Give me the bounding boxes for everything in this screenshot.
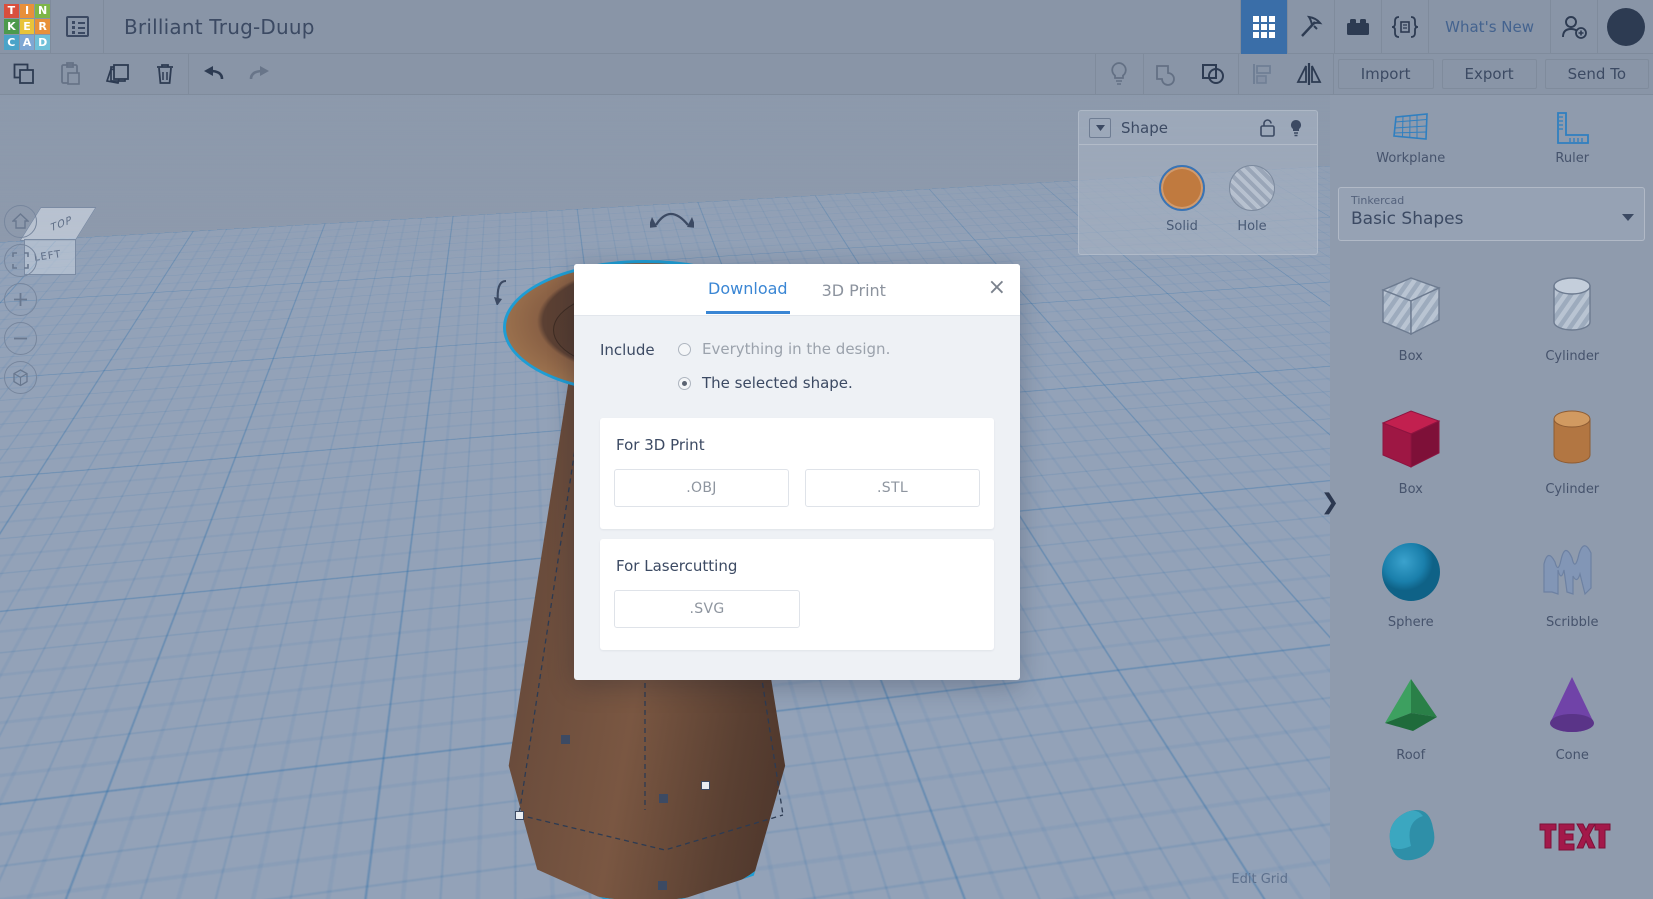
modal-body: Include Everything in the design. The se…: [574, 316, 1020, 680]
section-lasercutting: For Lasercutting .SVG: [600, 539, 994, 650]
include-row: Include Everything in the design. The se…: [600, 340, 994, 408]
section-title: For 3D Print: [616, 436, 705, 454]
close-icon[interactable]: ×: [988, 277, 1006, 299]
tab-3d-print[interactable]: 3D Print: [820, 267, 888, 313]
include-label: Include: [600, 341, 655, 359]
modal-tabs: Download 3D Print ×: [574, 264, 1020, 316]
include-radio-group: Everything in the design. The selected s…: [678, 340, 890, 408]
download-obj-button[interactable]: .OBJ: [614, 469, 789, 507]
download-buttons: .SVG: [614, 590, 980, 628]
download-svg-button[interactable]: .SVG: [614, 590, 800, 628]
modal-overlay: Download 3D Print × Include Everything i…: [0, 0, 1653, 899]
tab-download[interactable]: Download: [706, 265, 790, 314]
download-stl-button[interactable]: .STL: [805, 469, 980, 507]
tinkercad-app: TINKERCAD Brilliant Trug-Duup What's New…: [0, 0, 1653, 899]
download-modal: Download 3D Print × Include Everything i…: [574, 264, 1020, 680]
radio-button[interactable]: [678, 376, 691, 390]
radio-button[interactable]: [678, 342, 691, 356]
section-title: For Lasercutting: [616, 557, 738, 575]
radio-everything[interactable]: Everything in the design.: [678, 340, 890, 358]
download-buttons: .OBJ .STL: [614, 469, 980, 507]
radio-label: Everything in the design.: [702, 340, 891, 358]
radio-selected-shape[interactable]: The selected shape.: [678, 374, 890, 392]
radio-label: The selected shape.: [702, 374, 853, 392]
section-3d-print: For 3D Print .OBJ .STL: [600, 418, 994, 529]
